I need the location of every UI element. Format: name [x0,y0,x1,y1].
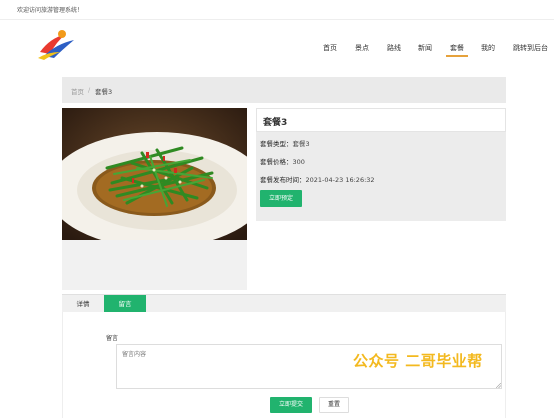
welcome-text: 欢迎访问旅游管理系统！ [17,7,84,14]
tab-detail[interactable]: 详情 [62,295,104,313]
nav-item-packages[interactable]: 套餐 [450,43,464,53]
package-price-row: 套餐价格：300 [260,156,305,166]
nav-item-home[interactable]: 首页 [323,43,337,53]
resize-grip-icon[interactable] [496,383,501,388]
package-price-label: 套餐价格： [260,158,293,166]
package-type-label: 套餐类型： [260,140,293,148]
package-title-box: 套餐3 [256,108,506,132]
tabs-bar: 详情 留言 [62,294,506,313]
breadcrumb: 首页 / 套餐3 [62,77,506,103]
package-info: 套餐类型：套餐3 套餐价格：300 套餐发布时间：2021-04-23 16:2… [256,132,506,221]
top-bar: 欢迎访问旅游管理系统！ [0,0,554,20]
nav-item-news[interactable]: 新闻 [418,43,432,53]
reserve-button[interactable]: 立即预定 [260,190,302,207]
nav-item-attractions[interactable]: 景点 [355,43,369,53]
package-type-row: 套餐类型：套餐3 [260,138,310,148]
comment-label: 留言 [106,335,119,342]
package-type-value: 套餐3 [292,140,310,148]
package-time-row: 套餐发布时间：2021-04-23 16:26:32 [260,174,375,184]
package-title: 套餐3 [263,118,288,128]
site-logo[interactable] [36,26,76,62]
breadcrumb-current: 套餐3 [95,88,113,96]
breadcrumb-home-link[interactable]: 首页 [71,86,84,96]
package-photo [62,108,247,240]
logo-icon [38,30,74,60]
package-price-value: 300 [292,158,305,166]
watermark-text: 公众号 二哥毕业帮 [353,352,483,370]
package-time-value: 2021-04-23 16:26:32 [305,176,375,184]
package-time-label: 套餐发布时间： [260,176,306,184]
nav-item-mine[interactable]: 我的 [481,43,495,53]
tab-comment[interactable]: 留言 [104,295,146,313]
reset-button[interactable]: 重置 [319,397,349,413]
submit-button[interactable]: 立即提交 [270,397,312,413]
breadcrumb-separator: / [88,86,91,94]
nav-item-admin[interactable]: 跳转到后台 [513,43,548,53]
nav-active-indicator [446,55,468,57]
nav-item-routes[interactable]: 路线 [387,43,401,53]
